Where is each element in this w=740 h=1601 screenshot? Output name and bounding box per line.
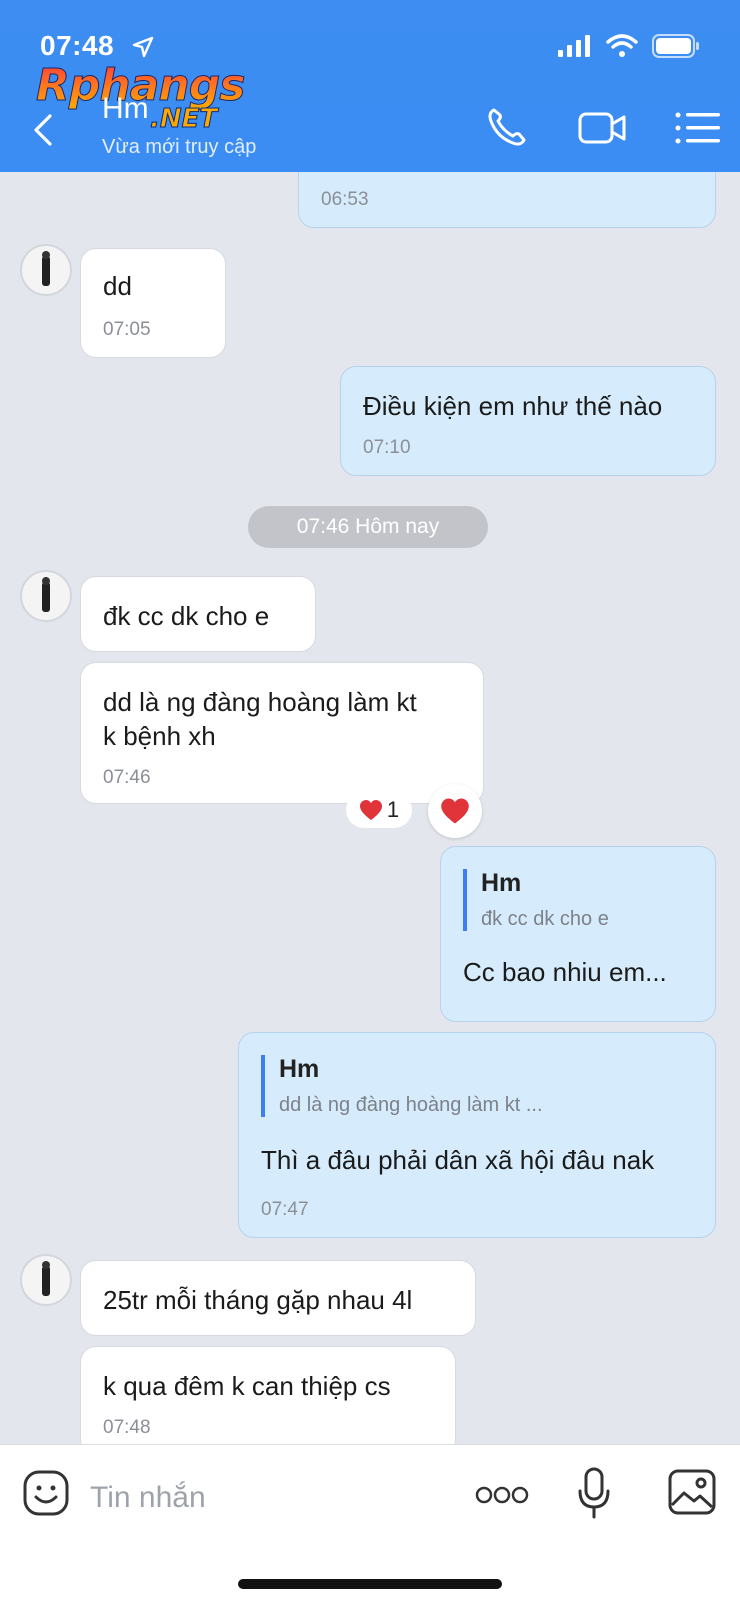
incoming-message[interactable]: 25tr mỗi tháng gặp nhau 4l [80,1260,476,1336]
message-text: Cc bao nhiu em... [463,957,667,987]
outgoing-reply-message[interactable]: Hm đk cc dk cho e Cc bao nhiu em... [440,846,716,1022]
avatar-image [42,577,50,612]
quote-text: đk cc dk cho e [481,908,609,930]
wifi-icon [606,34,638,57]
incoming-message[interactable]: đk cc dk cho e [80,576,316,652]
message-text: Điều kiện em như thế nào [363,391,663,421]
contact-status: Vừa mới truy cập [102,136,257,158]
heart-icon [359,800,382,820]
message-time: 07:48 [103,1417,151,1438]
avatar[interactable] [20,244,72,296]
message-text: Thì a đâu phải dân xã hội đâu nak [261,1145,655,1175]
message-time: 07:46 [103,767,151,788]
avatar-image [42,251,50,286]
watermark-logo-net: .NET [149,104,218,135]
message-text-line: dd là ng đàng hoàng làm kt [103,687,417,717]
quote-author: Hm [481,869,522,897]
react-button[interactable] [428,784,482,838]
home-indicator [238,1579,502,1589]
signal-icon [558,35,590,57]
message-text: đk cc dk cho e [103,601,270,631]
location-arrow-icon [132,36,154,58]
quoted-message[interactable]: Hm đk cc dk cho e [463,869,609,931]
avatar-image [42,1261,50,1296]
message-time: 06:53 [321,189,369,210]
message-text: 25tr mỗi tháng gặp nhau 4l [103,1285,413,1315]
avatar[interactable] [20,570,72,622]
back-icon[interactable] [24,110,64,150]
video-icon[interactable] [576,102,628,154]
message-text-line: k bệnh xh [103,721,216,751]
contact-name[interactable]: Hm [102,92,149,126]
outgoing-message[interactable]: Điều kiện em như thế nào 07:10 [340,366,716,476]
reaction-count[interactable]: 1 [346,792,412,828]
message-time: 07:47 [261,1199,309,1220]
outgoing-reply-message[interactable]: Hm dd là ng đàng hoàng làm kt ... Thì a … [238,1032,716,1238]
avatar[interactable] [20,1254,72,1306]
status-time: 07:48 [40,30,115,61]
incoming-message[interactable]: dd là ng đàng hoàng làm kt k bệnh xh 07:… [80,662,484,804]
menu-icon[interactable] [672,102,724,154]
image-icon[interactable] [668,1469,716,1515]
message-text: dd [103,271,132,301]
message-time: 07:05 [103,319,151,340]
chat-header: 07:48 Rphangs Hm .NET Vừa mới truy cập [0,0,740,172]
quote-text: dd là ng đàng hoàng làm kt ... [279,1094,543,1116]
phone-icon[interactable] [480,102,532,154]
microphone-icon[interactable] [576,1467,612,1519]
date-divider: 07:46 Hôm nay [248,506,488,548]
incoming-message[interactable]: dd 07:05 [80,248,226,358]
heart-icon [441,798,469,824]
message-input[interactable]: Tin nhắn [90,1481,206,1515]
sticker-icon[interactable] [22,1469,70,1517]
message-text: k qua đêm k can thiệp cs [103,1371,391,1401]
reaction-count-text: 1 [386,797,400,822]
quote-author: Hm [279,1055,320,1083]
incoming-message[interactable]: k qua đêm k can thiệp cs 07:48 [80,1346,456,1456]
status-indicators [558,34,700,58]
message-input-bar: Tin nhắn [0,1444,740,1601]
more-options-icon[interactable] [474,1485,530,1505]
quoted-message[interactable]: Hm dd là ng đàng hoàng làm kt ... [261,1055,543,1117]
battery-icon [652,34,699,58]
message-time: 07:10 [363,437,411,458]
